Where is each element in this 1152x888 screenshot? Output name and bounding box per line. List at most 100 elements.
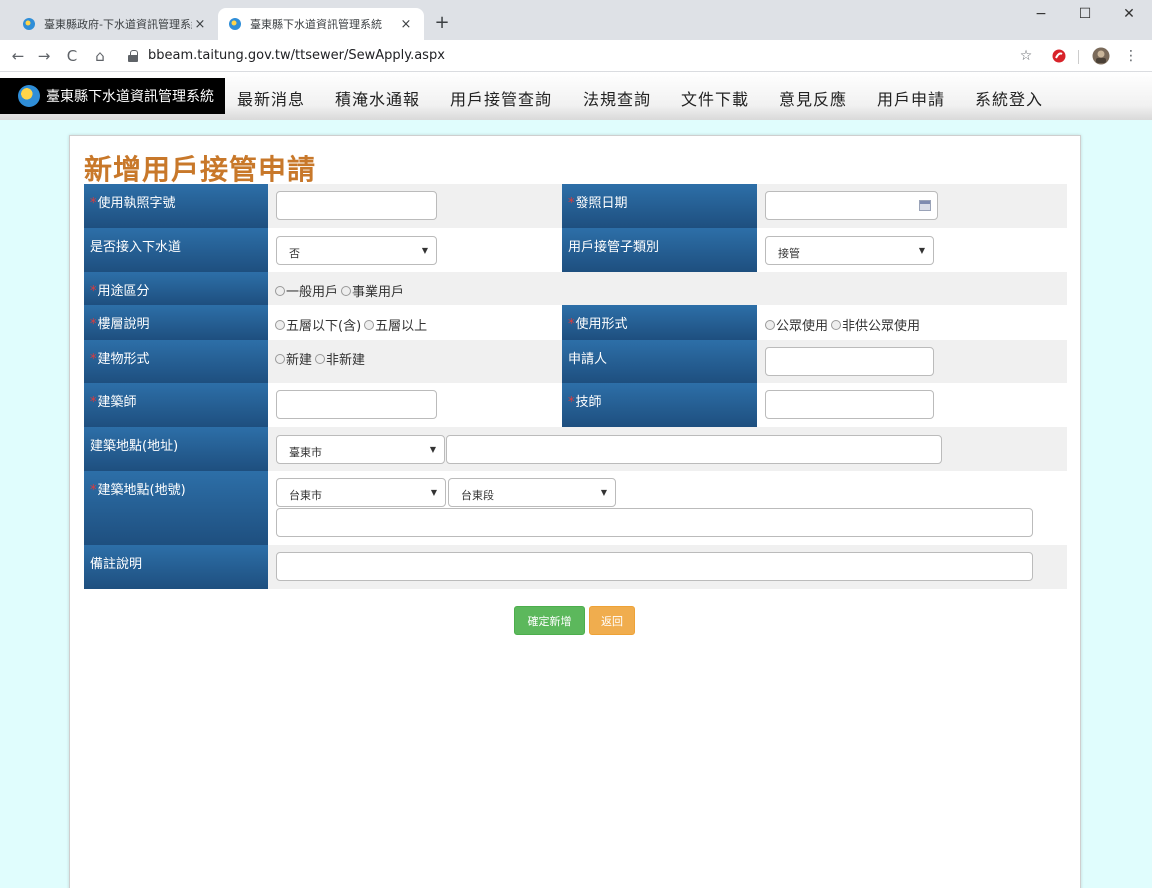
label-text: 發照日期 xyxy=(575,196,628,211)
profile-avatar[interactable] xyxy=(1092,47,1110,69)
use-form-radio-non-public[interactable] xyxy=(831,319,842,330)
label-text: 使用執照字號 xyxy=(97,196,176,211)
form-row: 備註說明 xyxy=(84,545,1067,589)
address-city-select[interactable]: 臺東市 ▼ xyxy=(276,435,445,464)
browser-tab[interactable]: 臺東縣政府-下水道資訊管理系統 × xyxy=(12,8,218,40)
site-brand[interactable]: 臺東縣下水道資訊管理系統 xyxy=(0,78,225,114)
radio-label[interactable]: 五層以上 xyxy=(375,315,427,334)
select-value: 臺東市 xyxy=(289,446,322,459)
site-navbar: 臺東縣下水道資訊管理系統 最新消息 積淹水通報 用戶接管查詢 法規查詢 文件下載… xyxy=(0,72,1152,120)
close-window-button[interactable]: ✕ xyxy=(1106,6,1152,22)
menu-item-flood-report[interactable]: 積淹水通報 xyxy=(335,86,420,110)
floor-radio-below-five[interactable] xyxy=(275,319,285,330)
form-row: 是否接入下水道 否 ▼ 用戶接管子類別 接管 ▼ xyxy=(84,228,1067,272)
label-text: 建物形式 xyxy=(97,352,150,367)
form-row: *建築地點(地號) 台東市 ▼ 台東段 ▼ xyxy=(84,471,1067,545)
subtype-label: 用戶接管子類別 xyxy=(562,228,757,272)
radio-label[interactable]: 非新建 xyxy=(326,349,365,368)
site-logo-icon xyxy=(18,85,40,107)
connect-sewer-select[interactable]: 否 ▼ xyxy=(276,236,437,265)
tab-close-icon[interactable]: × xyxy=(192,17,208,32)
remark-input[interactable] xyxy=(276,552,1033,581)
select-value: 台東段 xyxy=(461,489,494,502)
issue-date-input[interactable] xyxy=(765,191,938,220)
label-text: 建築師 xyxy=(97,395,137,410)
architect-input[interactable] xyxy=(276,390,437,419)
lot-section-select[interactable]: 台東段 ▼ xyxy=(448,478,616,507)
browser-tab-active[interactable]: 臺東縣下水道資訊管理系統 × xyxy=(218,8,424,40)
extension-icon[interactable] xyxy=(1052,49,1066,67)
back-button[interactable]: 返回 xyxy=(589,606,635,635)
lot-city-select[interactable]: 台東市 ▼ xyxy=(276,478,446,507)
toolbar-divider xyxy=(1078,50,1079,64)
label-text: 用途區分 xyxy=(97,284,150,299)
building-type-radio-group: 新建 非新建 xyxy=(275,349,365,368)
building-type-label: *建物形式 xyxy=(84,340,268,383)
radio-label[interactable]: 公眾使用 xyxy=(776,315,828,334)
engineer-label: *技師 xyxy=(562,383,757,427)
label-text: 樓層說明 xyxy=(97,317,150,332)
required-mark: * xyxy=(568,395,575,410)
home-button[interactable]: ⌂ xyxy=(90,46,110,66)
radio-label[interactable]: 新建 xyxy=(286,349,312,368)
new-tab-button[interactable]: + xyxy=(432,14,452,34)
floor-radio-group: 五層以下(含) 五層以上 xyxy=(275,315,427,334)
tab-close-icon[interactable]: × xyxy=(398,17,414,32)
engineer-input[interactable] xyxy=(765,390,934,419)
tab-title: 臺東縣政府-下水道資訊管理系統 xyxy=(44,18,192,31)
back-button[interactable]: ← xyxy=(8,46,28,66)
menu-item-regulation-query[interactable]: 法規查詢 xyxy=(583,86,651,110)
required-mark: * xyxy=(90,395,97,410)
use-form-radio-public[interactable] xyxy=(765,319,775,330)
subtype-select[interactable]: 接管 ▼ xyxy=(765,236,934,265)
connect-sewer-label: 是否接入下水道 xyxy=(84,228,268,272)
applicant-input[interactable] xyxy=(765,347,934,376)
usage-radio-general[interactable] xyxy=(275,285,285,296)
floor-label: *樓層說明 xyxy=(84,305,268,340)
bookmark-star-icon[interactable]: ☆ xyxy=(1018,48,1034,64)
url-field[interactable]: bbeam.taitung.gov.tw/ttsewer/SewApply.as… xyxy=(128,46,445,66)
address-input[interactable] xyxy=(446,435,942,464)
maximize-button[interactable]: ☐ xyxy=(1062,6,1108,22)
page-title: 新增用戶接管申請 xyxy=(84,153,317,186)
address-label: 建築地點(地址) xyxy=(84,427,268,471)
lot-number-input[interactable] xyxy=(276,508,1033,537)
dropdown-arrow-icon: ▼ xyxy=(421,246,428,255)
building-radio-existing[interactable] xyxy=(315,353,326,364)
dropdown-arrow-icon: ▼ xyxy=(430,488,437,497)
label-text: 使用形式 xyxy=(575,317,628,332)
use-form-label: *使用形式 xyxy=(562,305,757,340)
radio-label[interactable]: 非供公眾使用 xyxy=(842,315,920,334)
menu-item-user-application[interactable]: 用戶申請 xyxy=(877,86,945,110)
floor-radio-above-five[interactable] xyxy=(364,319,375,330)
site-brand-text: 臺東縣下水道資訊管理系統 xyxy=(46,89,214,105)
menu-item-connection-query[interactable]: 用戶接管查詢 xyxy=(450,86,552,110)
form-row: *用途區分 一般用戶 事業用戶 xyxy=(84,272,1067,305)
form-row: *使用執照字號 *發照日期 xyxy=(84,184,1067,228)
radio-label[interactable]: 五層以下(含) xyxy=(286,315,361,334)
browser-menu-icon[interactable]: ⋮ xyxy=(1124,48,1138,64)
required-mark: * xyxy=(90,284,97,299)
license-no-input[interactable] xyxy=(276,191,437,220)
usage-radio-business[interactable] xyxy=(341,285,352,296)
building-radio-new[interactable] xyxy=(275,353,285,364)
submit-button[interactable]: 確定新增 xyxy=(514,606,585,635)
browser-tab-bar: 臺東縣政府-下水道資訊管理系統 × 臺東縣下水道資訊管理系統 × + − ☐ ✕ xyxy=(0,0,1152,40)
calendar-icon[interactable] xyxy=(919,200,931,211)
menu-item-document-download[interactable]: 文件下載 xyxy=(681,86,749,110)
dropdown-arrow-icon: ▼ xyxy=(429,445,436,454)
dropdown-arrow-icon: ▼ xyxy=(600,488,607,497)
reload-button[interactable]: C xyxy=(62,46,82,66)
required-mark: * xyxy=(90,483,97,498)
menu-item-feedback[interactable]: 意見反應 xyxy=(779,86,847,110)
form-row: *建物形式 新建 非新建 申請人 xyxy=(84,340,1067,383)
form-row: 建築地點(地址) 臺東市 ▼ xyxy=(84,427,1067,471)
radio-label[interactable]: 事業用戶 xyxy=(352,281,404,300)
usage-label: *用途區分 xyxy=(84,272,268,305)
radio-label[interactable]: 一般用戶 xyxy=(286,281,338,300)
remark-label: 備註說明 xyxy=(84,545,268,589)
forward-button[interactable]: → xyxy=(34,46,54,66)
menu-item-news[interactable]: 最新消息 xyxy=(237,86,305,110)
minimize-button[interactable]: − xyxy=(1018,6,1064,22)
menu-item-login[interactable]: 系統登入 xyxy=(975,86,1043,110)
